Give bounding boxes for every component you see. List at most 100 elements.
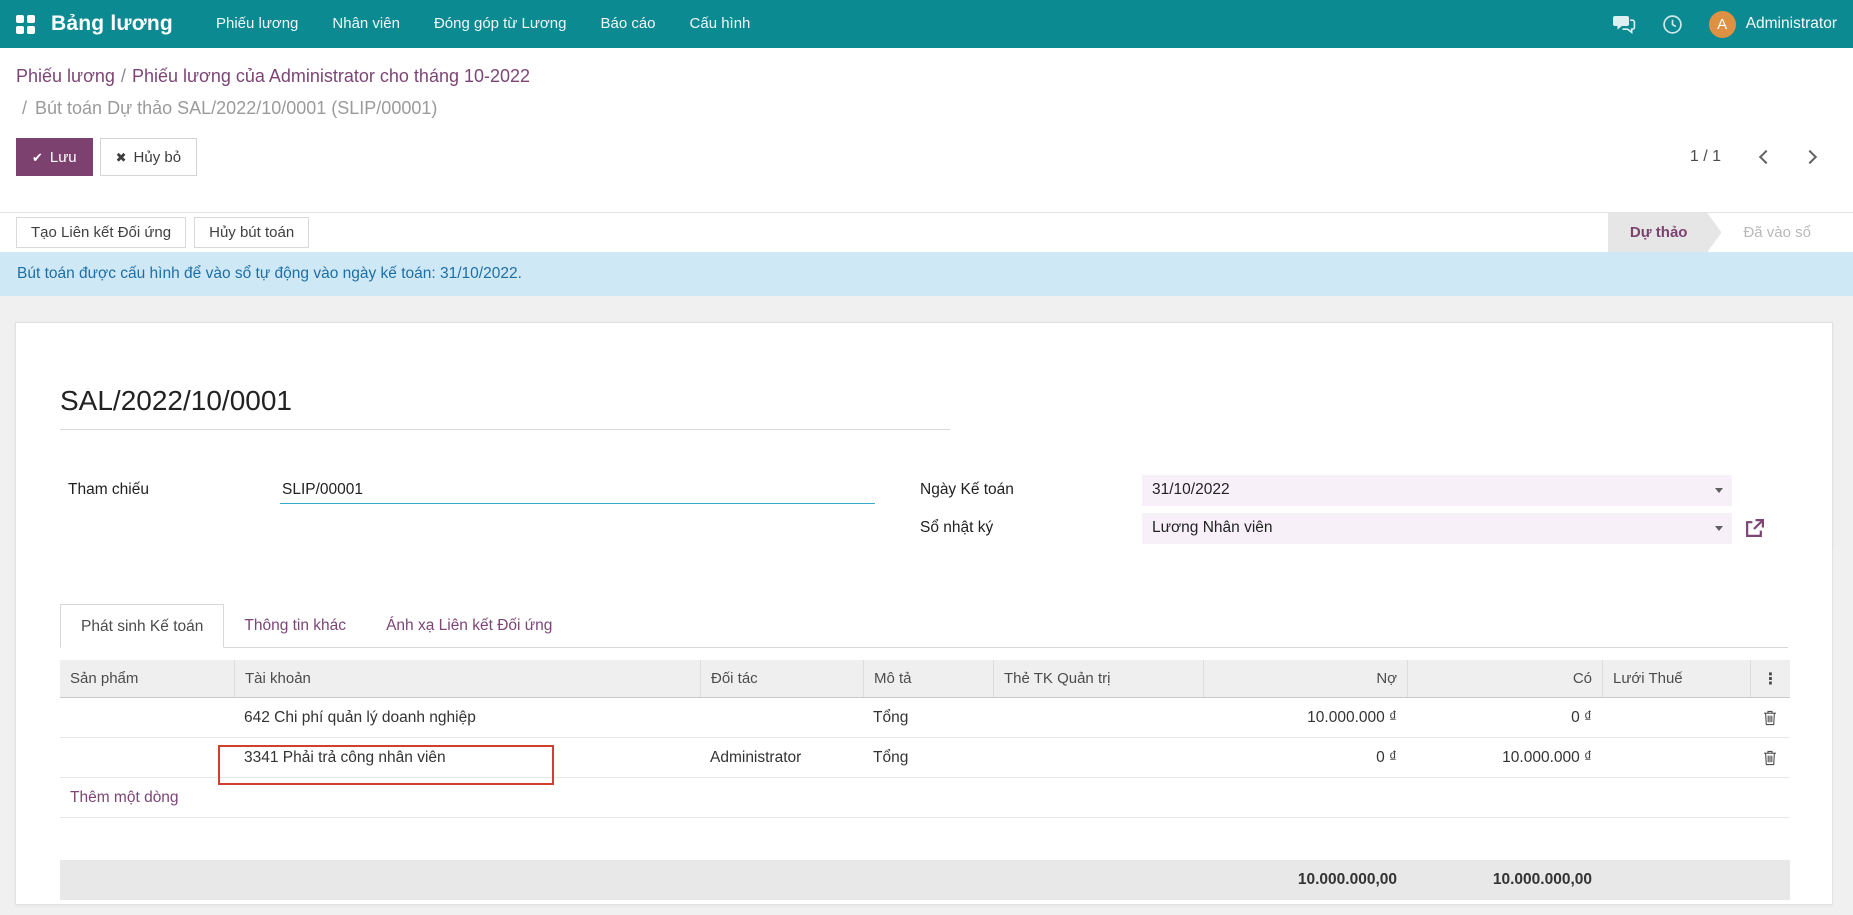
column-header[interactable]: Thẻ TK Quản trị — [993, 660, 1203, 697]
control-buttons: Tạo Liên kết Đối ứng Hủy bút toán — [16, 213, 309, 252]
breadcrumb-separator-2: / — [22, 98, 35, 118]
nav-item[interactable]: Đóng góp từ Lương — [417, 0, 584, 48]
notebook-tabs: Phát sinh Kế toánThông tin khácÁnh xạ Li… — [60, 604, 1788, 648]
chevron-down-icon — [1715, 526, 1723, 531]
tab-Thông tin khác[interactable]: Thông tin khác — [224, 604, 366, 647]
user-name: Administrator — [1746, 15, 1837, 33]
cell-co[interactable]: 10.000.000 ₫ — [1407, 738, 1602, 777]
cell-san_pham[interactable] — [60, 698, 234, 737]
tab-Phát sinh Kế toán[interactable]: Phát sinh Kế toán — [60, 604, 224, 648]
cell-luoi_thue[interactable] — [1602, 698, 1750, 737]
add-line-row: Thêm một dòng — [60, 778, 1790, 818]
tab-Ánh xạ Liên kết Đối ứng[interactable]: Ánh xạ Liên kết Đối ứng — [366, 604, 572, 647]
journal-label: Sổ nhật ký — [920, 519, 1142, 537]
column-header[interactable]: Lưới Thuế — [1602, 660, 1750, 697]
messages-icon[interactable] — [1612, 14, 1636, 34]
status-step[interactable]: Đã vào sổ — [1721, 213, 1833, 252]
field-group-right: Ngày Kế toán 31/10/2022 Sổ nhật ký Lương… — [920, 474, 1765, 550]
title-underline — [60, 429, 950, 430]
column-header[interactable]: Có — [1407, 660, 1602, 697]
navbar-right: A Administrator — [1586, 11, 1837, 38]
app-brand[interactable]: Bảng lương — [51, 12, 173, 36]
check-icon: ✔ — [32, 150, 43, 165]
breadcrumb-link-2[interactable]: Phiếu lương của Administrator cho tháng … — [132, 66, 530, 86]
column-header[interactable]: Tài khoản — [234, 660, 700, 697]
action-button[interactable]: Hủy bút toán — [194, 217, 309, 248]
form-buttons-row: ✔Lưu ✖Hủy bỏ 1 / 1 — [16, 138, 1837, 176]
breadcrumb-current: Bút toán Dự thảo SAL/2022/10/0001 (SLIP/… — [35, 98, 437, 118]
journal-items-table: Sản phẩmTài khoảnĐối tácMô tảThẻ TK Quản… — [60, 660, 1790, 818]
pager-next-icon[interactable] — [1803, 150, 1817, 164]
apps-grid-icon[interactable] — [16, 15, 35, 34]
chevron-down-icon — [1715, 488, 1723, 493]
breadcrumb: Phiếu lương/Phiếu lương của Administrato… — [16, 62, 1837, 90]
column-header[interactable]: Mô tả — [863, 660, 993, 697]
total-debit: 10.000.000,00 — [1203, 871, 1407, 889]
add-line-link[interactable]: Thêm một dòng — [70, 789, 179, 807]
delete-row-button[interactable] — [1750, 738, 1790, 777]
cell-mo_ta[interactable]: Tổng — [863, 698, 993, 737]
statusbar: Dự thảoĐã vào sổ — [1608, 213, 1853, 252]
cell-luoi_thue[interactable] — [1602, 738, 1750, 777]
record-title[interactable]: SAL/2022/10/0001 — [60, 385, 950, 417]
cell-co[interactable]: 0 ₫ — [1407, 698, 1602, 737]
nav-item[interactable]: Cấu hình — [673, 0, 768, 48]
status-step[interactable]: Dự thảo — [1608, 213, 1722, 252]
form-sheet: SAL/2022/10/0001 Tham chiếu SLIP/00001 N… — [15, 322, 1833, 905]
accounting-date-input[interactable]: 31/10/2022 — [1142, 475, 1732, 506]
discard-button[interactable]: ✖Hủy bỏ — [100, 138, 197, 176]
column-header[interactable]: Nợ — [1203, 660, 1407, 697]
nav-menu: Phiếu lươngNhân viênĐóng góp từ LươngBáo… — [199, 0, 767, 48]
info-banner-text: Bút toán được cấu hình để vào sổ tự động… — [17, 265, 522, 283]
cell-tai_khoan[interactable]: 642 Chi phí quản lý doanh nghiệp — [234, 698, 700, 737]
activities-clock-icon[interactable] — [1662, 14, 1683, 35]
cross-icon: ✖ — [116, 150, 127, 165]
pager-previous-icon[interactable] — [1759, 150, 1773, 164]
top-navbar: Bảng lương Phiếu lươngNhân viênĐóng góp … — [0, 0, 1853, 48]
control-bar: Tạo Liên kết Đối ứng Hủy bút toán Dự thảo… — [0, 212, 1853, 252]
cell-doi_tac[interactable] — [700, 698, 863, 737]
reference-label: Tham chiếu — [60, 481, 280, 499]
column-options[interactable]: ⋮ — [1750, 660, 1790, 697]
cell-no[interactable]: 0 ₫ — [1203, 738, 1407, 777]
save-button[interactable]: ✔Lưu — [16, 138, 93, 176]
nav-item[interactable]: Phiếu lương — [199, 0, 315, 48]
total-credit: 10.000.000,00 — [1407, 871, 1602, 889]
record-pager: 1 / 1 — [1690, 148, 1837, 166]
table-body: 642 Chi phí quản lý doanh nghiệp Tổng 10.0… — [60, 698, 1790, 778]
cell-doi_tac[interactable]: Administrator — [700, 738, 863, 777]
header-area: Phiếu lương/Phiếu lương của Administrato… — [0, 48, 1853, 212]
totals-row: 10.000.000,00 10.000.000,00 — [60, 860, 1790, 900]
content-area: SAL/2022/10/0001 Tham chiếu SLIP/00001 N… — [0, 296, 1853, 915]
breadcrumb-current-line: /Bút toán Dự thảo SAL/2022/10/0001 (SLIP… — [16, 94, 1837, 122]
column-header[interactable]: Đối tác — [700, 660, 863, 697]
breadcrumb-link-1[interactable]: Phiếu lương — [16, 66, 115, 86]
table-row[interactable]: 3341 Phải trả công nhân viênAdministrato… — [60, 738, 1790, 778]
external-link-icon[interactable] — [1744, 518, 1765, 539]
nav-item[interactable]: Báo cáo — [583, 0, 672, 48]
cell-the_tk[interactable] — [993, 698, 1203, 737]
cell-tai_khoan[interactable]: 3341 Phải trả công nhân viên — [234, 738, 700, 777]
field-group-left: Tham chiếu SLIP/00001 — [60, 474, 920, 550]
cell-no[interactable]: 10.000.000 ₫ — [1203, 698, 1407, 737]
trash-icon — [1763, 710, 1777, 726]
nav-item[interactable]: Nhân viên — [315, 0, 417, 48]
info-banner: Bút toán được cấu hình để vào sổ tự động… — [0, 252, 1853, 296]
cell-mo_ta[interactable]: Tổng — [863, 738, 993, 777]
column-header[interactable]: Sản phẩm — [60, 660, 234, 697]
accounting-date-label: Ngày Kế toán — [920, 481, 1142, 499]
user-menu[interactable]: A Administrator — [1709, 11, 1837, 38]
reference-input[interactable]: SLIP/00001 — [280, 477, 875, 504]
breadcrumb-separator: / — [115, 66, 132, 86]
journal-input[interactable]: Lương Nhân viên — [1142, 513, 1732, 544]
right-edge-strip — [1833, 548, 1853, 915]
pager-count: 1 / 1 — [1690, 148, 1721, 166]
action-button[interactable]: Tạo Liên kết Đối ứng — [16, 217, 186, 248]
trash-icon — [1763, 750, 1777, 766]
table-row[interactable]: 642 Chi phí quản lý doanh nghiệp Tổng 10.0… — [60, 698, 1790, 738]
delete-row-button[interactable] — [1750, 698, 1790, 737]
toggle-columns-icon[interactable]: ⋮ — [1763, 669, 1779, 689]
cell-san_pham[interactable] — [60, 738, 234, 777]
field-groups: Tham chiếu SLIP/00001 Ngày Kế toán 31/10… — [60, 474, 1788, 550]
cell-the_tk[interactable] — [993, 738, 1203, 777]
